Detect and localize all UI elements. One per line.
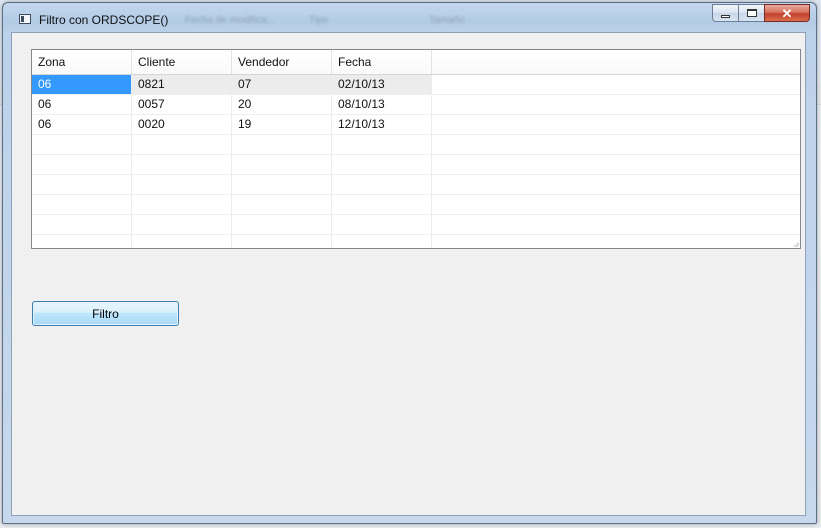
grid-cell[interactable]: 06 xyxy=(32,115,132,134)
minimize-icon xyxy=(721,14,730,18)
window-title: Filtro con ORDSCOPE() xyxy=(39,13,169,27)
empty-table-row[interactable] xyxy=(32,135,800,155)
grid-cell-empty[interactable] xyxy=(32,215,132,234)
maximize-button[interactable] xyxy=(738,4,764,22)
grid-cell-empty[interactable] xyxy=(332,195,432,214)
grid-cell[interactable]: 12/10/13 xyxy=(332,115,432,134)
grid-cell[interactable]: 19 xyxy=(232,115,332,134)
grid-cell[interactable]: 06 xyxy=(32,95,132,114)
grid-cell-empty[interactable] xyxy=(232,215,332,234)
grid-header: Zona Cliente Vendedor Fecha xyxy=(32,50,800,75)
row-filler xyxy=(432,195,800,214)
grid-cell-empty[interactable] xyxy=(132,215,232,234)
caption-buttons: ✕ xyxy=(712,4,810,24)
main-window: Filtro con ORDSCOPE() Fecha de modifica.… xyxy=(2,2,817,524)
column-header-cliente[interactable]: Cliente xyxy=(132,50,232,74)
table-row[interactable]: 06 0821 07 02/10/13 xyxy=(32,75,800,95)
row-filler xyxy=(432,155,800,174)
grid-cell-empty[interactable] xyxy=(332,135,432,154)
grid-cell-empty[interactable] xyxy=(132,135,232,154)
empty-table-row[interactable] xyxy=(32,235,800,248)
grid-cell-empty[interactable] xyxy=(332,155,432,174)
row-filler xyxy=(432,175,800,194)
grid-cell-empty[interactable] xyxy=(332,215,432,234)
row-filler xyxy=(432,235,800,248)
column-header-vendedor[interactable]: Vendedor xyxy=(232,50,332,74)
grid-cell[interactable]: 02/10/13 xyxy=(332,75,432,94)
grid-cell-empty[interactable] xyxy=(132,155,232,174)
grid-cell-empty[interactable] xyxy=(332,235,432,248)
grid-cell-empty[interactable] xyxy=(32,155,132,174)
background-ghost-text: Tamaño xyxy=(429,15,465,26)
background-ghost-text: Fecha de modifica... xyxy=(185,15,276,26)
grid-cell-empty[interactable] xyxy=(332,175,432,194)
background-ghost-text: Tipo xyxy=(309,15,329,26)
row-filler xyxy=(432,135,800,154)
row-filler xyxy=(432,95,800,114)
grid-cell-empty[interactable] xyxy=(132,235,232,248)
empty-table-row[interactable] xyxy=(32,155,800,175)
grid-cell[interactable]: 08/10/13 xyxy=(332,95,432,114)
grid-cell-empty[interactable] xyxy=(232,235,332,248)
grid-cell-empty[interactable] xyxy=(232,135,332,154)
column-header-zona[interactable]: Zona xyxy=(32,50,132,74)
column-header-filler xyxy=(432,50,800,74)
table-row[interactable]: 06 0020 19 12/10/13 xyxy=(32,115,800,135)
app-window-icon[interactable] xyxy=(19,14,31,24)
grid-cell-empty[interactable] xyxy=(32,235,132,248)
grid-cell-empty[interactable] xyxy=(32,175,132,194)
grid-cell-empty[interactable] xyxy=(132,195,232,214)
grid-cell-empty[interactable] xyxy=(232,155,332,174)
grid-cell[interactable]: 0057 xyxy=(132,95,232,114)
grid-cell-empty[interactable] xyxy=(232,175,332,194)
grid-cell[interactable]: 0821 xyxy=(132,75,232,94)
grid-cell-empty[interactable] xyxy=(32,135,132,154)
row-filler xyxy=(432,75,800,94)
empty-table-row[interactable] xyxy=(32,195,800,215)
grid-cell[interactable]: 0020 xyxy=(132,115,232,134)
empty-table-row[interactable] xyxy=(32,215,800,235)
row-filler xyxy=(432,115,800,134)
row-filler xyxy=(432,215,800,234)
client-area: Zona Cliente Vendedor Fecha 06 0821 07 0… xyxy=(11,32,806,516)
maximize-icon xyxy=(746,9,757,17)
grid-cell[interactable]: 07 xyxy=(232,75,332,94)
column-header-fecha[interactable]: Fecha xyxy=(332,50,432,74)
close-button[interactable]: ✕ xyxy=(764,4,810,22)
empty-table-row[interactable] xyxy=(32,175,800,195)
grid-cell-empty[interactable] xyxy=(232,195,332,214)
grid-cell-empty[interactable] xyxy=(132,175,232,194)
title-bar[interactable]: Filtro con ORDSCOPE() Fecha de modifica.… xyxy=(3,3,816,33)
data-grid[interactable]: Zona Cliente Vendedor Fecha 06 0821 07 0… xyxy=(31,49,801,249)
empty-rows-container xyxy=(32,135,800,248)
grid-cell-selected[interactable]: 06 xyxy=(32,75,132,94)
resize-grip[interactable] xyxy=(793,241,799,247)
close-icon: ✕ xyxy=(781,5,793,21)
minimize-button[interactable] xyxy=(712,4,738,22)
filtro-button[interactable]: Filtro xyxy=(32,301,179,326)
table-row[interactable]: 06 0057 20 08/10/13 xyxy=(32,95,800,115)
grid-cell[interactable]: 20 xyxy=(232,95,332,114)
grid-cell-empty[interactable] xyxy=(32,195,132,214)
